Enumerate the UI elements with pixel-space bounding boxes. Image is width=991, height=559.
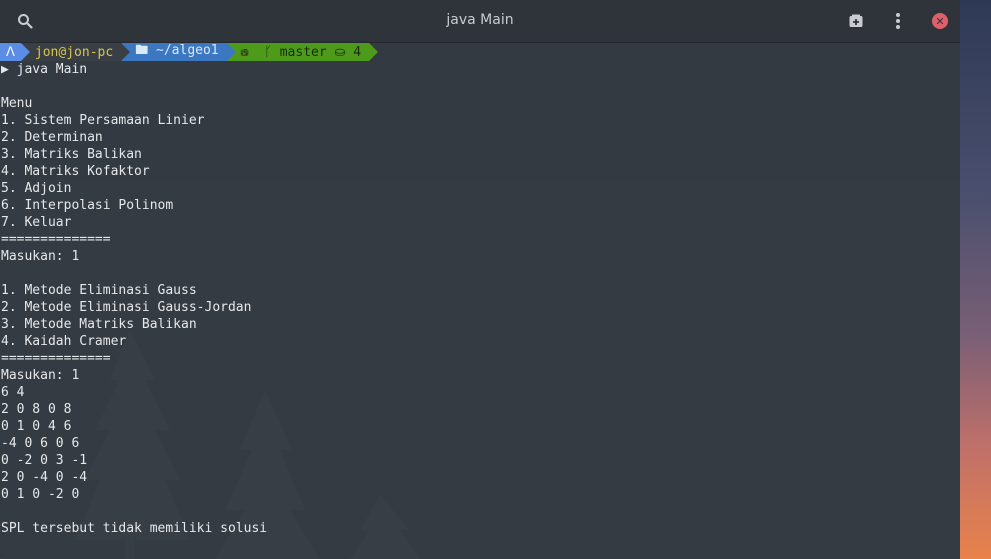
- close-icon[interactable]: ✕: [932, 13, 948, 29]
- os-segment: ᐱ: [0, 43, 30, 61]
- terminal-line: ▶ java Main: [1, 62, 88, 77]
- terminal-line: SPL tersebut tidak memiliki solusi: [1, 521, 268, 536]
- terminal-output[interactable]: ▶ java Main Menu 1. Sistem Persamaan Linie…: [1, 61, 956, 559]
- header-bar: java Main ✕: [0, 0, 960, 43]
- terminal-line: Masukan: 1: [1, 368, 80, 383]
- terminal-line: 5. Adjoin: [1, 181, 72, 196]
- terminal-line: 6 4: [1, 385, 25, 400]
- os-glyph: ᐱ: [6, 44, 15, 60]
- kebab-menu-icon[interactable]: [887, 10, 909, 32]
- terminal-line: 4. Matriks Kofaktor: [1, 164, 150, 179]
- user-host: jon@jon-pc: [34, 44, 114, 60]
- terminal-line: ▶: [1, 554, 956, 559]
- terminal-line: 0 -2 0 3 -1: [1, 453, 88, 468]
- terminal-line: ==============: [1, 232, 111, 247]
- terminal-line: 0 1 0 -2 0: [1, 487, 80, 502]
- terminal-line: ==============: [1, 351, 111, 366]
- terminal-line: 0 1 0 4 6: [1, 419, 72, 434]
- terminal-line: 1. Sistem Persamaan Linier: [1, 113, 205, 128]
- terminal-line: 2. Determinan: [1, 130, 103, 145]
- desktop-wallpaper: [960, 0, 991, 559]
- terminal-line: 2 0 8 0 8: [1, 402, 72, 417]
- terminal-line: 2 0 -4 0 -4: [1, 470, 88, 485]
- terminal-line: 3. Matriks Balikan: [1, 147, 142, 162]
- terminal-line: 4. Kaidah Cramer: [1, 334, 127, 349]
- window-title: java Main: [446, 12, 514, 28]
- terminal-line: Menu: [1, 96, 33, 111]
- terminal-line: 6. Interpolasi Polinom: [1, 198, 174, 213]
- directory-segment: 🖿 ~/algeo1: [121, 43, 236, 61]
- scrollbar[interactable]: [948, 44, 958, 559]
- terminal-window: java Main ✕ ᐱ jon@jon-pc 🖿 ~/algeo1 ⛁ ᚴ …: [0, 0, 960, 559]
- search-icon[interactable]: [14, 10, 36, 32]
- terminal-line: 1. Metode Eliminasi Gauss: [1, 283, 197, 298]
- new-tab-icon[interactable]: [845, 10, 867, 32]
- terminal-line: Masukan: 1: [1, 249, 80, 264]
- terminal-line: 3. Metode Matriks Balikan: [1, 317, 197, 332]
- current-directory: 🖿 ~/algeo1: [135, 43, 219, 58]
- shell-prompt: ᐱ jon@jon-pc 🖿 ~/algeo1 ⛁ ᚴ master ⛀ 4: [0, 43, 379, 61]
- terminal-line: -4 0 6 0 6: [1, 436, 80, 451]
- terminal-line: 7. Keluar: [1, 215, 72, 230]
- terminal-line: 2. Metode Eliminasi Gauss-Jordan: [1, 300, 252, 315]
- user-segment: jon@jon-pc: [20, 43, 131, 61]
- git-branch-status: ⛁ ᚴ master ⛀ 4: [240, 44, 362, 60]
- git-segment: ⛁ ᚴ master ⛀ 4: [226, 43, 379, 61]
